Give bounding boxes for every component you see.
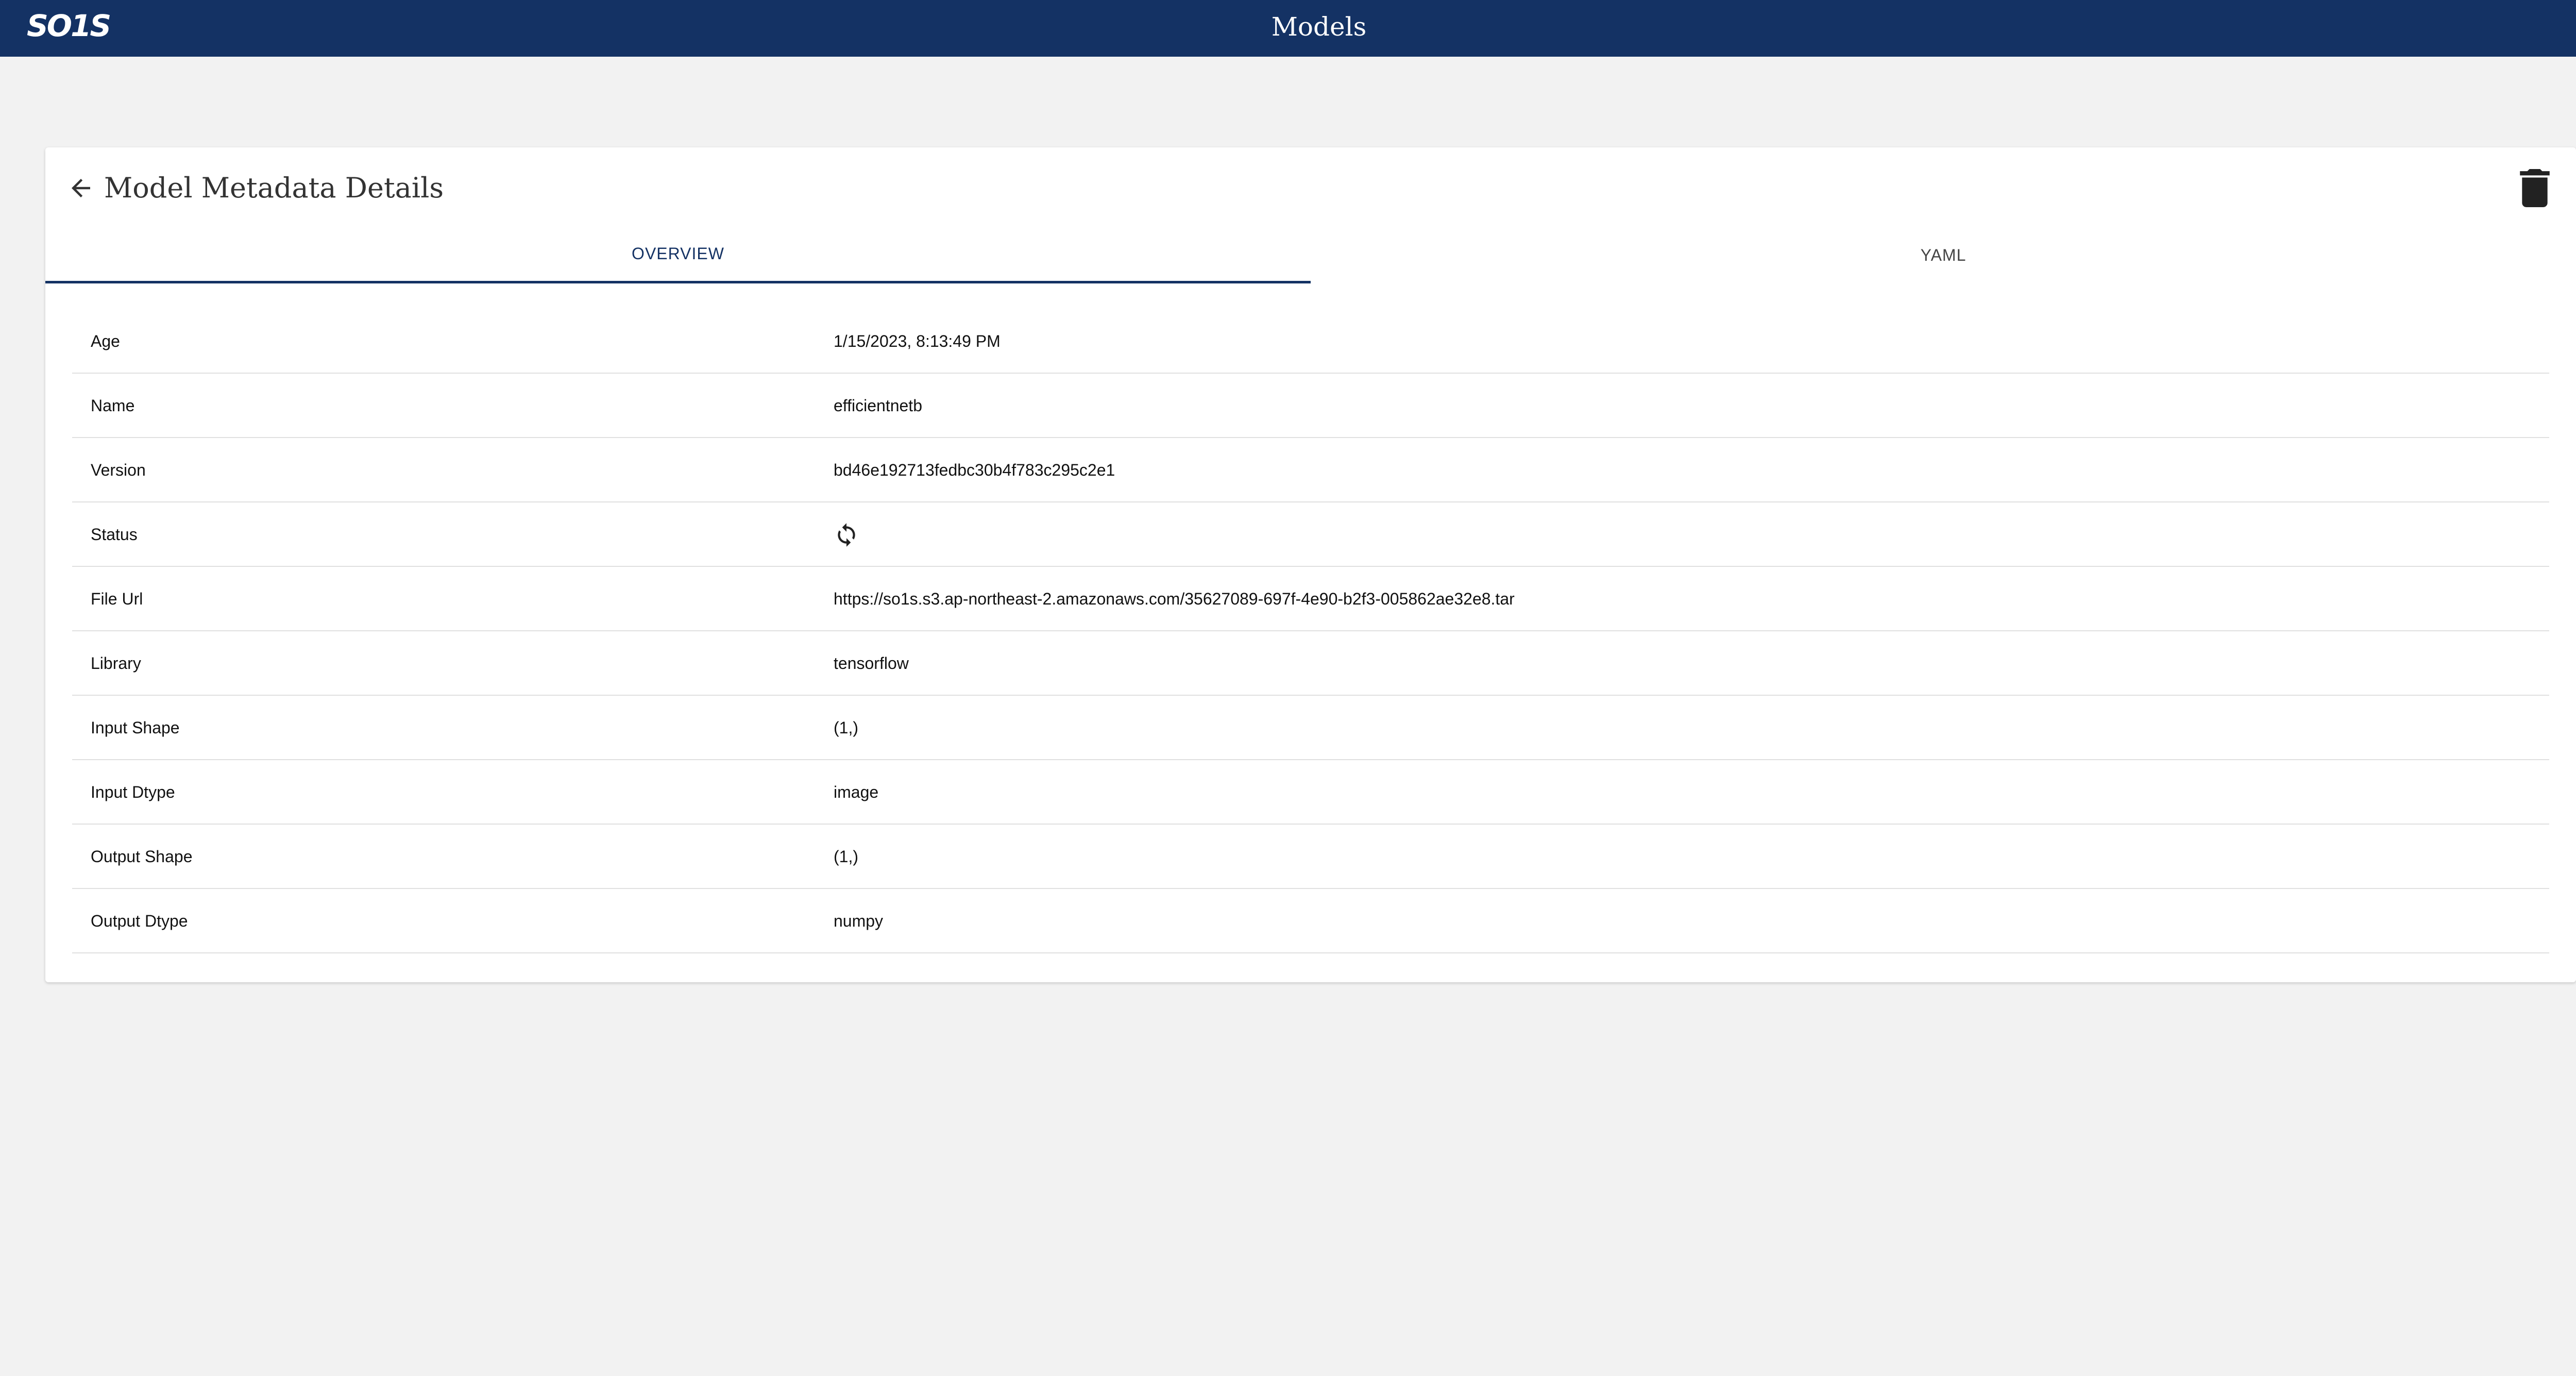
table-row-input-dtype: Input Dtype image <box>72 760 2549 825</box>
row-value: (1,) <box>834 847 858 866</box>
tab-overview[interactable]: OVERVIEW <box>45 227 1311 283</box>
row-key: Age <box>91 332 120 350</box>
row-key: File Url <box>91 590 143 608</box>
row-value: bd46e192713fedbc30b4f783c295c2e1 <box>834 461 1115 479</box>
trash-icon[interactable] <box>2518 169 2551 207</box>
tab-yaml[interactable]: YAML <box>1311 227 2576 283</box>
table-row-age: Age 1/15/2023, 8:13:49 PM <box>72 309 2549 374</box>
row-key: Input Dtype <box>91 783 175 801</box>
row-value: numpy <box>834 912 884 930</box>
row-value: image <box>834 783 879 801</box>
row-key: Input Shape <box>91 718 180 737</box>
top-app-bar: SO1S Models <box>0 0 2576 57</box>
table-row-version: Version bd46e192713fedbc30b4f783c295c2e1 <box>72 438 2549 502</box>
table-row-output-shape: Output Shape (1,) <box>72 825 2549 889</box>
row-key: Output Shape <box>91 847 193 866</box>
page-title: Models <box>1271 12 1367 42</box>
row-key: Version <box>91 461 146 479</box>
row-key: Name <box>91 396 135 415</box>
sync-icon <box>838 523 855 547</box>
row-key: Status <box>91 525 138 544</box>
metadata-table: Age 1/15/2023, 8:13:49 PM Name efficient… <box>72 309 2549 953</box>
row-value: 1/15/2023, 8:13:49 PM <box>834 332 1001 350</box>
arrow-back-icon[interactable] <box>67 174 95 202</box>
table-row-name: Name efficientnetb <box>72 374 2549 438</box>
row-value: tensorflow <box>834 654 909 673</box>
table-row-file-url: File Url https://so1s.s3.ap-northeast-2.… <box>72 567 2549 631</box>
row-key: Output Dtype <box>91 912 188 930</box>
row-value: (1,) <box>834 718 858 737</box>
table-row-output-dtype: Output Dtype numpy <box>72 889 2549 953</box>
card-title: Model Metadata Details <box>104 172 444 204</box>
row-value: https://so1s.s3.ap-northeast-2.amazonaws… <box>834 590 1515 608</box>
row-value: efficientnetb <box>834 396 922 415</box>
table-row-library: Library tensorflow <box>72 631 2549 696</box>
row-key: Library <box>91 654 141 673</box>
logout-icon[interactable] <box>2574 11 2576 45</box>
table-row-input-shape: Input Shape (1,) <box>72 696 2549 760</box>
table-row-status: Status <box>72 502 2549 567</box>
